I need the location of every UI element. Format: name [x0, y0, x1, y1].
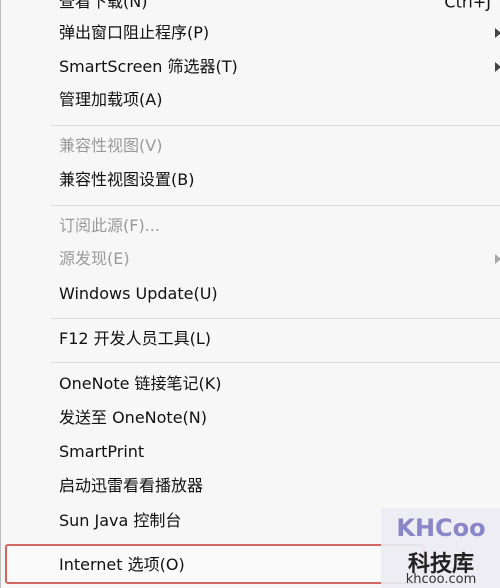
watermark: KHCoo 科技库 khcoo.com	[381, 508, 500, 588]
menu-item-onenote-linked-notes[interactable]: OneNote 链接笔记(K)	[1, 368, 500, 400]
submenu-arrow-icon	[495, 254, 500, 264]
submenu-arrow-icon	[495, 28, 500, 38]
menu-item-label: 兼容性视图设置(B)	[59, 170, 195, 189]
menu-item-feed-discovery[interactable]: 源发现(E)	[1, 243, 500, 275]
submenu-arrow-icon	[495, 62, 500, 72]
menu-item-smartprint[interactable]: SmartPrint	[1, 436, 500, 468]
menu-item-label: F12 开发人员工具(L)	[59, 329, 212, 348]
menu-item-label: 订阅此源(F)...	[59, 216, 160, 235]
menu-item-label: 弹出窗口阻止程序(P)	[59, 23, 210, 42]
menu-item-subscribe-feed[interactable]: 订阅此源(F)...	[1, 210, 500, 242]
menu-item-label: Windows Update(U)	[59, 284, 218, 303]
menu-separator	[51, 205, 500, 206]
menu-item-label: Internet 选项(O)	[59, 555, 185, 574]
menu-separator	[51, 362, 500, 363]
watermark-logo: KHCoo	[396, 514, 486, 542]
menu-item-send-to-onenote[interactable]: 发送至 OneNote(N)	[1, 402, 500, 434]
menu-item-smartscreen-filter[interactable]: SmartScreen 筛选器(T)	[1, 51, 500, 83]
menu-item-popup-blocker[interactable]: 弹出窗口阻止程序(P)	[1, 17, 500, 49]
menu-item-view-downloads[interactable]: 查看下载(N) Ctrl+J	[1, 0, 500, 18]
menu-item-label: SmartPrint	[59, 442, 145, 461]
menu-separator	[51, 318, 500, 319]
menu-separator	[51, 125, 500, 126]
menu-item-f12-dev-tools[interactable]: F12 开发人员工具(L)	[1, 323, 500, 355]
menu-item-label: 源发现(E)	[59, 249, 130, 268]
menu-item-label: Sun Java 控制台	[59, 511, 182, 530]
menu-item-shortcut: Ctrl+J	[444, 0, 491, 12]
tools-menu: 查看下载(N) Ctrl+J 弹出窗口阻止程序(P) SmartScreen 筛…	[0, 0, 500, 588]
menu-item-compat-view[interactable]: 兼容性视图(V)	[1, 130, 500, 162]
menu-item-label: 发送至 OneNote(N)	[59, 408, 207, 427]
menu-item-label: 启动迅雷看看播放器	[59, 476, 204, 495]
menu-item-manage-addons[interactable]: 管理加载项(A)	[1, 84, 500, 116]
watermark-url: khcoo.com	[405, 572, 477, 587]
menu-item-compat-view-settings[interactable]: 兼容性视图设置(B)	[1, 164, 500, 196]
menu-item-label: SmartScreen 筛选器(T)	[59, 57, 238, 76]
menu-item-label: 兼容性视图(V)	[59, 136, 163, 155]
menu-item-label: OneNote 链接笔记(K)	[59, 374, 222, 393]
menu-item-label: 查看下载(N)	[59, 0, 148, 11]
menu-item-label: 管理加载项(A)	[59, 90, 163, 109]
menu-item-xunlei-player[interactable]: 启动迅雷看看播放器	[1, 470, 500, 502]
menu-item-windows-update[interactable]: Windows Update(U)	[1, 278, 500, 310]
